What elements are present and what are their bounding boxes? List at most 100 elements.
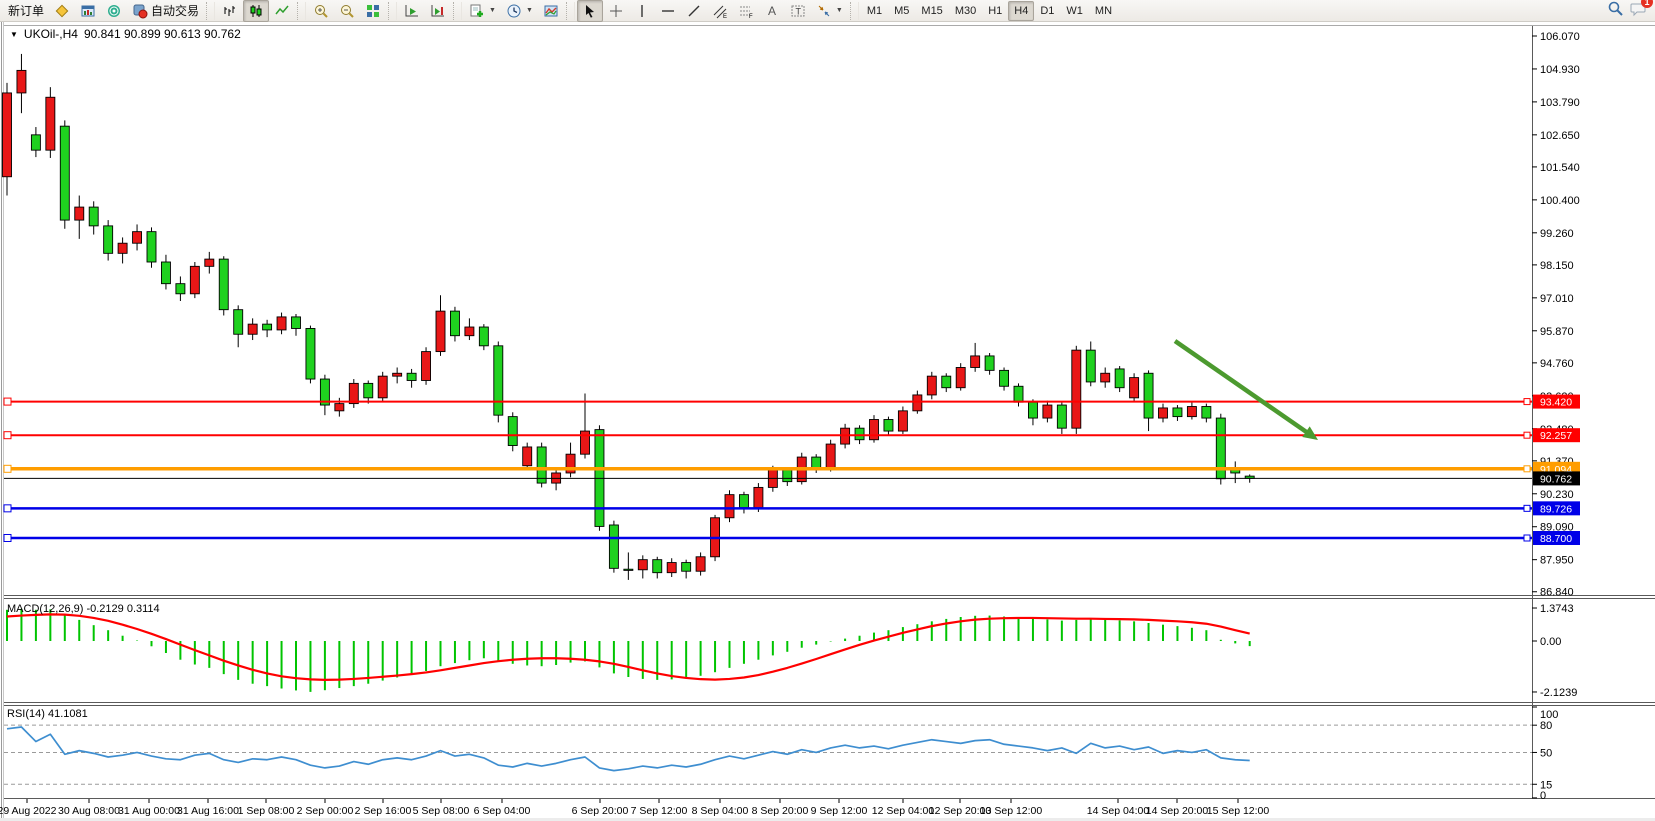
timeframe-m15-label: M15 bbox=[921, 5, 942, 17]
timeframe-m1[interactable]: M1 bbox=[861, 1, 888, 21]
timeframe-m30-label: M30 bbox=[955, 5, 976, 17]
candle bbox=[855, 428, 864, 440]
crosshair-button[interactable] bbox=[603, 0, 629, 22]
chart-shift-button[interactable] bbox=[425, 0, 451, 22]
candle bbox=[234, 310, 243, 335]
candle bbox=[1115, 369, 1124, 388]
price-tag: 90.762 bbox=[1540, 473, 1572, 485]
line-handle[interactable] bbox=[1524, 505, 1530, 511]
zoomin-icon bbox=[313, 3, 329, 19]
timeframe-h4[interactable]: H4 bbox=[1008, 1, 1034, 21]
chart-window[interactable]: 106.070104.930103.790102.650101.540100.4… bbox=[0, 22, 1655, 821]
line-chart-button[interactable] bbox=[269, 0, 295, 22]
candle bbox=[826, 444, 835, 469]
text-button[interactable]: A bbox=[759, 0, 785, 22]
dropdown-arrow-icon[interactable]: ▼ bbox=[489, 7, 496, 14]
auto-scroll-button[interactable] bbox=[399, 0, 425, 22]
svg-text:6 Sep 04:00: 6 Sep 04:00 bbox=[474, 805, 531, 817]
trendline-button[interactable] bbox=[681, 0, 707, 22]
vertical-line-button[interactable] bbox=[629, 0, 655, 22]
svg-text:A: A bbox=[768, 4, 776, 18]
cursor-icon bbox=[582, 3, 598, 19]
zoom-out-button[interactable] bbox=[334, 0, 360, 22]
trend-icon bbox=[686, 3, 702, 19]
cursor-button[interactable] bbox=[577, 0, 603, 22]
notification-badge: 1 bbox=[1641, 0, 1653, 8]
hline-icon bbox=[660, 3, 676, 19]
chart-title: ▼ UKOil-,H4 90.841 90.899 90.613 90.762 bbox=[10, 27, 241, 41]
svg-text:102.650: 102.650 bbox=[1540, 130, 1580, 142]
period-clock-button[interactable]: ▼ bbox=[501, 0, 538, 22]
search-button[interactable] bbox=[1607, 0, 1624, 22]
channel-button[interactable]: E bbox=[707, 0, 733, 22]
horizontal-line-button[interactable] bbox=[655, 0, 681, 22]
svg-text:94.760: 94.760 bbox=[1540, 358, 1574, 370]
arrows-button[interactable]: ▼ bbox=[811, 0, 848, 22]
line-handle[interactable] bbox=[4, 398, 11, 405]
candle bbox=[465, 327, 474, 336]
line-handle[interactable] bbox=[1524, 399, 1530, 405]
crosshair-icon bbox=[608, 3, 624, 19]
auto-trading-button[interactable]: 自动交易 bbox=[127, 0, 204, 22]
timeframe-m5[interactable]: M5 bbox=[888, 1, 915, 21]
price-tag: 93.420 bbox=[1540, 397, 1572, 409]
timeframe-h1[interactable]: H1 bbox=[982, 1, 1008, 21]
chat-button[interactable]: 1 bbox=[1630, 0, 1647, 22]
timeframe-m1-label: M1 bbox=[867, 5, 882, 17]
candle bbox=[725, 495, 734, 518]
fibo-icon: F bbox=[738, 3, 754, 19]
candle bbox=[696, 557, 705, 571]
candle bbox=[754, 487, 763, 507]
svg-text:T: T bbox=[795, 6, 801, 16]
textA-icon: A bbox=[764, 3, 780, 19]
timeframe-d1[interactable]: D1 bbox=[1034, 1, 1060, 21]
line-handle[interactable] bbox=[4, 505, 11, 512]
candle bbox=[46, 97, 55, 150]
candlestick-chart-button[interactable] bbox=[243, 0, 269, 22]
svg-text:100.400: 100.400 bbox=[1540, 195, 1580, 207]
fibonacci-button[interactable]: F bbox=[733, 0, 759, 22]
line-handle[interactable] bbox=[1524, 432, 1530, 438]
candle bbox=[739, 495, 748, 508]
line-handle[interactable] bbox=[4, 465, 11, 472]
svg-text:31 Aug 00:00: 31 Aug 00:00 bbox=[118, 805, 180, 817]
candle bbox=[190, 266, 199, 293]
candle bbox=[306, 328, 315, 379]
candle bbox=[60, 126, 69, 220]
trend-arrow[interactable] bbox=[1175, 341, 1310, 434]
candle bbox=[277, 317, 286, 330]
timeframe-m15[interactable]: M15 bbox=[915, 1, 948, 21]
candle bbox=[118, 243, 127, 253]
candle bbox=[1028, 402, 1037, 418]
candle bbox=[133, 232, 142, 244]
line-handle[interactable] bbox=[4, 432, 11, 439]
timeframe-m30[interactable]: M30 bbox=[949, 1, 982, 21]
line-handle[interactable] bbox=[1524, 535, 1530, 541]
dropdown-arrow-icon[interactable]: ▼ bbox=[526, 7, 533, 14]
line-handle[interactable] bbox=[4, 534, 11, 541]
symbols-button[interactable] bbox=[49, 0, 75, 22]
toolbar-separator bbox=[206, 2, 215, 20]
svg-text:104.930: 104.930 bbox=[1540, 64, 1580, 76]
timeframe-mn[interactable]: MN bbox=[1089, 1, 1118, 21]
candle bbox=[292, 317, 301, 329]
new-chart-button[interactable]: ▼ bbox=[464, 0, 501, 22]
charts-window-button[interactable] bbox=[75, 0, 101, 22]
label-button[interactable]: T bbox=[785, 0, 811, 22]
svg-text:8 Sep 20:00: 8 Sep 20:00 bbox=[752, 805, 809, 817]
candle bbox=[898, 411, 907, 431]
new-order-button[interactable]: 新订单 bbox=[3, 0, 49, 22]
svg-text:87.950: 87.950 bbox=[1540, 555, 1574, 567]
timeframe-w1[interactable]: W1 bbox=[1060, 1, 1089, 21]
toolbar-separator bbox=[566, 2, 575, 20]
chart-canvas[interactable]: 106.070104.930103.790102.650101.540100.4… bbox=[0, 22, 1655, 821]
line-handle[interactable] bbox=[1524, 466, 1530, 472]
market-watch-button[interactable] bbox=[101, 0, 127, 22]
bar-chart-button[interactable] bbox=[217, 0, 243, 22]
chevron-down-icon[interactable]: ▼ bbox=[10, 30, 18, 39]
candle bbox=[349, 383, 358, 403]
dropdown-arrow-icon[interactable]: ▼ bbox=[836, 7, 843, 14]
zoom-in-button[interactable] bbox=[308, 0, 334, 22]
template-button[interactable] bbox=[538, 0, 564, 22]
tile-windows-button[interactable] bbox=[360, 0, 386, 22]
